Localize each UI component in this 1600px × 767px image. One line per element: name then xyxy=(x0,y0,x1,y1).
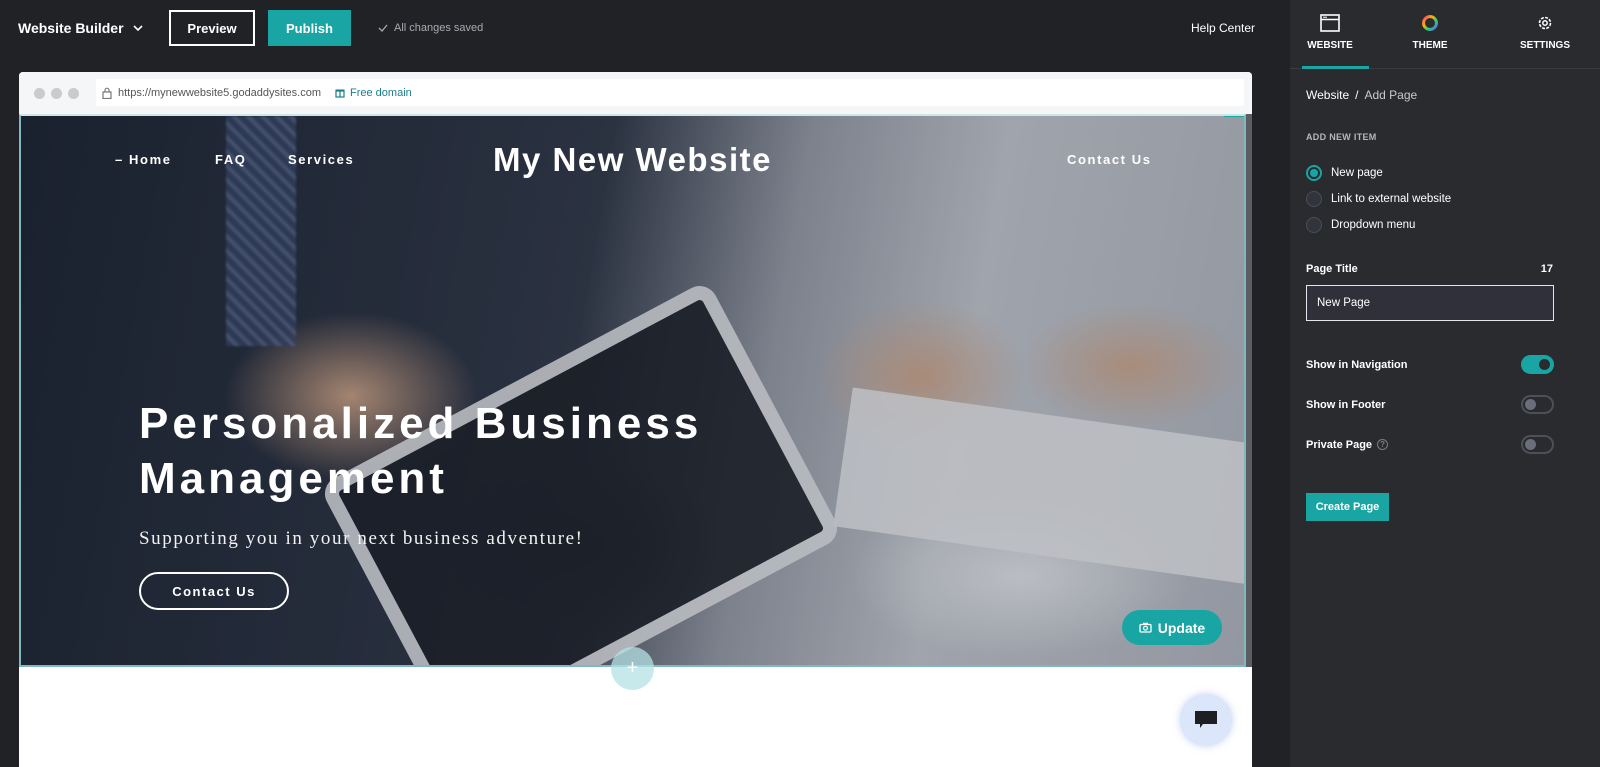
address-field: https://mynewwebsite5.godaddysites.com F… xyxy=(96,79,1244,106)
panel-tabs: WEBSITE THEME SETTINGS xyxy=(1290,0,1600,69)
settings-panel: WEBSITE THEME SETTINGS Website / Add Page … xyxy=(1290,0,1600,767)
radio-button[interactable] xyxy=(1306,217,1322,233)
tab-website[interactable]: WEBSITE xyxy=(1290,0,1370,69)
radio-button-selected[interactable] xyxy=(1306,165,1322,181)
chevron-down-icon xyxy=(132,25,143,32)
checkmark-icon xyxy=(378,24,388,32)
browser-url-bar: https://mynewwebsite5.godaddysites.com F… xyxy=(19,72,1252,114)
option-new-page[interactable]: New page xyxy=(1306,165,1383,181)
toggle-label: Show in Footer xyxy=(1306,398,1386,411)
add-section-button[interactable]: + xyxy=(611,647,654,690)
tab-theme[interactable]: THEME xyxy=(1370,0,1490,68)
option-label: New page xyxy=(1331,167,1383,179)
show-in-footer-row: Show in Footer xyxy=(1306,395,1554,414)
publish-button[interactable]: Publish xyxy=(268,10,351,46)
create-page-button[interactable]: Create Page xyxy=(1306,493,1389,521)
free-domain-label: Free domain xyxy=(350,86,412,99)
app-title-dropdown[interactable]: Website Builder xyxy=(18,20,144,36)
show-in-footer-toggle[interactable] xyxy=(1521,395,1554,414)
page-title-char-count: 17 xyxy=(1540,263,1553,275)
top-bar: Website Builder Preview Publish All chan… xyxy=(0,0,1290,70)
nav-home[interactable]: – Home xyxy=(115,152,172,167)
save-status-text: All changes saved xyxy=(394,22,484,34)
hero-contact-button[interactable]: Contact Us xyxy=(139,572,289,610)
add-new-item-heading: ADD NEW ITEM xyxy=(1306,132,1377,142)
page-title-input[interactable] xyxy=(1306,285,1554,321)
help-icon[interactable]: ? xyxy=(1377,438,1389,450)
preview-button[interactable]: Preview xyxy=(169,10,255,46)
site-url: https://mynewwebsite5.godaddysites.com xyxy=(118,86,321,99)
gift-icon xyxy=(335,89,345,98)
private-page-toggle[interactable] xyxy=(1521,435,1554,454)
tab-website-label: WEBSITE xyxy=(1307,40,1353,51)
tab-settings[interactable]: SETTINGS xyxy=(1490,0,1600,68)
plus-icon: + xyxy=(626,657,639,679)
free-domain-link[interactable]: Free domain xyxy=(335,87,412,99)
option-label: Dropdown menu xyxy=(1331,219,1416,231)
gear-icon xyxy=(1538,16,1552,30)
preview-scrollbar[interactable] xyxy=(1246,114,1252,667)
site-title[interactable]: My New Website xyxy=(493,141,772,179)
option-external-link[interactable]: Link to external website xyxy=(1306,191,1451,207)
tab-theme-label: THEME xyxy=(1412,40,1448,51)
page-title-label: Page Title xyxy=(1306,263,1358,275)
hero-tagline[interactable]: Supporting you in your next business adv… xyxy=(139,528,584,550)
private-page-row: Private Page? xyxy=(1306,435,1554,454)
chat-bubble-icon xyxy=(1195,711,1217,728)
option-label: Link to external website xyxy=(1331,193,1452,205)
help-center-link[interactable]: Help Center xyxy=(1191,21,1255,35)
save-status: All changes saved xyxy=(378,22,483,34)
hero-section[interactable]: – Home FAQ Services Contact Us My New We… xyxy=(19,114,1246,667)
site-preview-frame: https://mynewwebsite5.godaddysites.com F… xyxy=(19,72,1252,767)
show-in-navigation-row: Show in Navigation xyxy=(1306,355,1554,374)
lock-icon xyxy=(102,87,112,99)
tab-settings-label: SETTINGS xyxy=(1519,40,1570,51)
breadcrumb-separator: / xyxy=(1355,88,1359,102)
app-title: Website Builder xyxy=(18,20,124,36)
camera-icon xyxy=(1139,622,1152,633)
nav-services[interactable]: Services xyxy=(288,152,354,167)
update-image-button[interactable]: Update xyxy=(1122,610,1222,645)
option-dropdown-menu[interactable]: Dropdown menu xyxy=(1306,217,1415,233)
breadcrumb-website[interactable]: Website xyxy=(1306,88,1349,102)
show-in-navigation-toggle[interactable] xyxy=(1521,355,1554,374)
section-marker xyxy=(1224,116,1244,117)
nav-contact-us[interactable]: Contact Us xyxy=(1067,152,1152,167)
breadcrumb: Website / Add Page xyxy=(1306,88,1417,102)
color-wheel-icon xyxy=(1422,15,1438,31)
toggle-label: Show in Navigation xyxy=(1306,358,1408,371)
chat-button[interactable] xyxy=(1180,694,1232,746)
update-label: Update xyxy=(1157,619,1206,636)
nav-faq[interactable]: FAQ xyxy=(215,152,247,167)
hero-headline[interactable]: Personalized Business Management xyxy=(139,396,759,506)
window-dots xyxy=(34,87,79,99)
breadcrumb-current: Add Page xyxy=(1364,88,1418,102)
toggle-label: Private Page xyxy=(1306,438,1373,451)
radio-button[interactable] xyxy=(1306,191,1322,207)
browser-window-icon xyxy=(1320,14,1340,32)
